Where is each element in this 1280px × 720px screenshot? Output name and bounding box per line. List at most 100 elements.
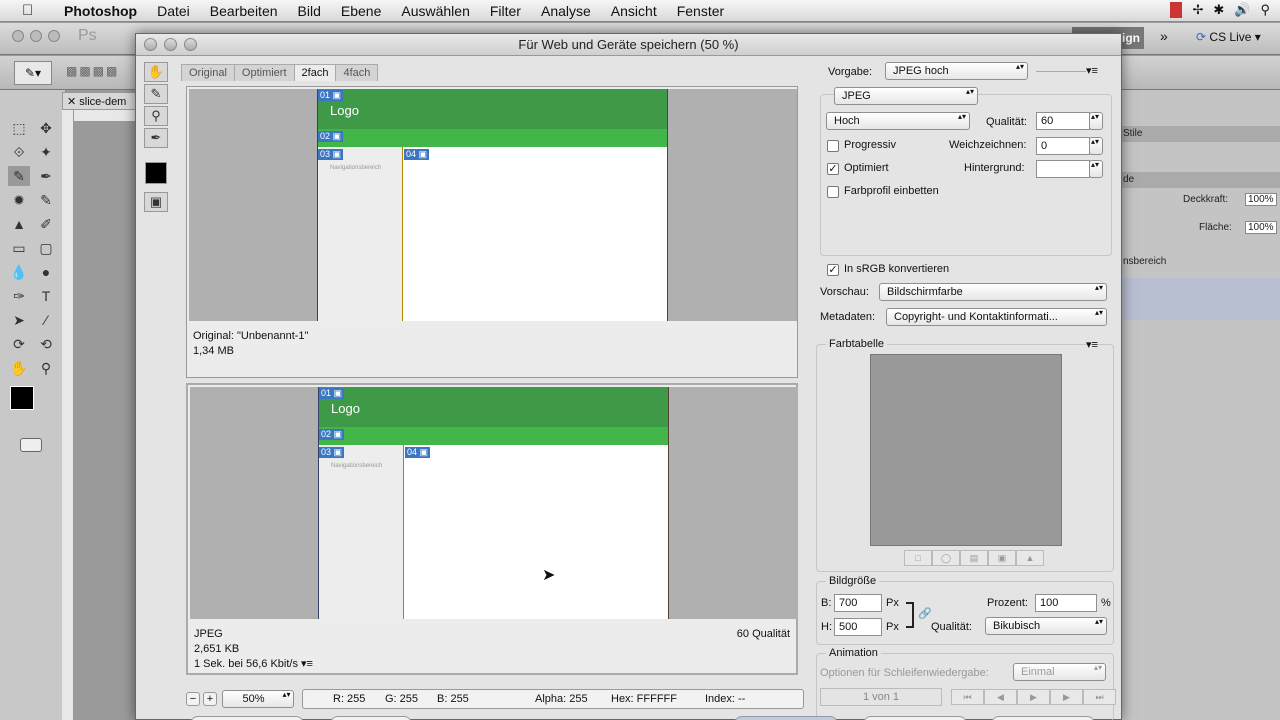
slice-label-01[interactable]: 01 ▣ xyxy=(319,388,345,399)
eyedropper-tool-icon[interactable]: ✒ xyxy=(144,128,168,148)
path-selection-icon[interactable]: ➤ xyxy=(8,310,30,330)
first-frame-icon[interactable]: ⏮ xyxy=(951,689,984,705)
qualitaet-stepper[interactable] xyxy=(1089,112,1103,130)
slice-label-03[interactable]: 03 ▣ xyxy=(318,149,344,160)
menu-ebene[interactable]: Ebene xyxy=(331,3,391,19)
minimize-window-icon[interactable] xyxy=(30,30,42,42)
color-table[interactable] xyxy=(870,354,1062,546)
control-icon[interactable]: ✢ xyxy=(1192,2,1203,18)
menu-fenster[interactable]: Fenster xyxy=(667,3,734,19)
blur-tool-icon[interactable]: 💧 xyxy=(8,262,30,282)
selected-layer-row[interactable] xyxy=(1121,278,1280,320)
farbprofil-checkbox[interactable] xyxy=(827,186,839,198)
slice-label-01[interactable]: 01 ▣ xyxy=(318,90,344,101)
hand-tool-icon[interactable]: ✋ xyxy=(8,358,30,378)
line-tool-icon[interactable]: ∕ xyxy=(35,310,57,330)
move-tool-icon[interactable]: ✥ xyxy=(35,118,57,138)
layer-name[interactable]: nsbereich xyxy=(1123,256,1223,267)
document-tab[interactable]: ✕ slice-dem xyxy=(62,92,142,110)
history-brush-icon[interactable]: ✐ xyxy=(35,214,57,234)
slice-tool-preset-icon[interactable]: ✎▾ xyxy=(14,61,52,85)
settings-menu-icon[interactable]: ▾≡ xyxy=(1086,64,1098,77)
volume-icon[interactable]: 🔊 xyxy=(1234,2,1250,18)
stile-tab[interactable]: Stile xyxy=(1121,126,1280,142)
healing-tool-icon[interactable]: ✹ xyxy=(8,190,30,210)
zoom-out-button[interactable]: − xyxy=(186,692,200,706)
brush-tool-icon[interactable]: ✎ xyxy=(35,190,57,210)
menu-auswaehlen[interactable]: Auswählen xyxy=(391,3,480,19)
slice-label-02[interactable]: 02 ▣ xyxy=(318,131,344,142)
qualitaet-input[interactable]: 60 xyxy=(1036,112,1090,130)
quick-mask-icon[interactable] xyxy=(20,438,42,452)
gradient-tool-icon[interactable]: ▢ xyxy=(35,238,57,258)
slice-label-03[interactable]: 03 ▣ xyxy=(319,447,345,458)
foreground-color-swatch[interactable] xyxy=(10,386,34,410)
more-workspaces-icon[interactable]: » xyxy=(1160,28,1168,44)
weichzeichnen-stepper[interactable] xyxy=(1089,137,1103,155)
toggle-slices-visibility-icon[interactable]: ▣ xyxy=(144,192,168,212)
browser-select-button[interactable] xyxy=(330,716,412,720)
weichzeichnen-input[interactable]: 0 xyxy=(1036,137,1090,155)
metadaten-select[interactable]: Copyright- und Kontaktinformati... xyxy=(886,308,1107,326)
zoom-window-icon[interactable] xyxy=(48,30,60,42)
apple-icon[interactable]:  xyxy=(22,2,42,19)
progressiv-checkbox[interactable] xyxy=(827,140,839,152)
menu-ansicht[interactable]: Ansicht xyxy=(601,3,667,19)
magic-wand-tool-icon[interactable]: ✦ xyxy=(35,142,57,162)
pen-tool-icon[interactable]: ✑ xyxy=(8,286,30,306)
hintergrund-input[interactable] xyxy=(1036,160,1090,178)
flash-status-icon[interactable] xyxy=(1170,2,1183,18)
cancel-button[interactable] xyxy=(863,716,967,720)
new-color-icon[interactable]: ▣ xyxy=(988,550,1016,566)
menu-filter[interactable]: Filter xyxy=(480,3,531,19)
slice-label-04[interactable]: 04 ▣ xyxy=(404,149,430,160)
menu-datei[interactable]: Datei xyxy=(147,3,200,19)
menu-analyse[interactable]: Analyse xyxy=(531,3,601,19)
tab-original[interactable]: Original xyxy=(181,64,235,81)
format-select[interactable]: JPEG xyxy=(834,87,978,105)
farbtabelle-menu-icon[interactable]: ▾≡ xyxy=(1086,338,1098,351)
srgb-checkbox[interactable]: ✓ xyxy=(827,264,839,276)
cs-live-button[interactable]: ⟳ CS Live ▾ xyxy=(1196,30,1261,44)
vorschau-select[interactable]: Bildschirmfarbe xyxy=(879,283,1107,301)
eyedropper-tool-icon[interactable]: ✒ xyxy=(35,166,57,186)
menu-bild[interactable]: Bild xyxy=(288,3,331,19)
dialog-zoom-icon[interactable] xyxy=(184,38,197,51)
download-speed-menu-icon[interactable]: ▾≡ xyxy=(301,658,313,670)
web-shift-icon[interactable]: ◯ xyxy=(932,550,960,566)
optimiert-checkbox[interactable]: ✓ xyxy=(827,163,839,175)
chain-link-icon[interactable]: 🔗 xyxy=(918,607,932,620)
slice-label-02[interactable]: 02 ▣ xyxy=(319,429,345,440)
menu-app[interactable]: Photoshop xyxy=(54,3,147,19)
hand-tool-icon[interactable]: ✋ xyxy=(144,62,168,82)
lasso-tool-icon[interactable]: ⟐ xyxy=(8,142,30,162)
previous-frame-icon[interactable]: ◀ xyxy=(984,689,1017,705)
vorgabe-select[interactable]: JPEG hoch xyxy=(885,62,1028,80)
tab-2fach[interactable]: 2fach xyxy=(293,64,337,81)
marquee-tool-icon[interactable]: ⬚ xyxy=(8,118,30,138)
zoom-in-button[interactable]: + xyxy=(203,692,217,706)
panel-tab[interactable]: de xyxy=(1121,172,1280,188)
hintergrund-stepper[interactable] xyxy=(1089,160,1103,178)
close-window-icon[interactable] xyxy=(12,30,24,42)
type-tool-icon[interactable]: T xyxy=(35,286,57,306)
zoom-level-select[interactable]: 50% xyxy=(222,690,294,708)
prozent-input[interactable]: 100 xyxy=(1035,594,1097,612)
save-button[interactable] xyxy=(734,716,838,720)
bluetooth-icon[interactable]: ✱ xyxy=(1213,2,1224,18)
done-button[interactable] xyxy=(991,716,1095,720)
zoom-tool-icon[interactable]: ⚲ xyxy=(144,106,168,126)
dialog-minimize-icon[interactable] xyxy=(164,38,177,51)
stamp-tool-icon[interactable]: ▲ xyxy=(8,214,30,234)
spotlight-icon[interactable]: ⚲ xyxy=(1260,2,1270,18)
dialog-close-icon[interactable] xyxy=(144,38,157,51)
delete-color-icon[interactable]: ▲ xyxy=(1016,550,1044,566)
deckkraft-input[interactable]: 100% xyxy=(1245,193,1277,206)
eraser-tool-icon[interactable]: ▭ xyxy=(8,238,30,258)
preview-button[interactable] xyxy=(190,716,304,720)
tab-optimiert[interactable]: Optimiert xyxy=(233,64,295,81)
3d-rotate-icon[interactable]: ⟳ xyxy=(8,334,30,354)
compression-select[interactable]: Hoch xyxy=(826,112,970,130)
slice-label-04[interactable]: 04 ▣ xyxy=(405,447,431,458)
original-preview-pane[interactable]: Logo Navigationsbereich 01 ▣ 02 ▣ 03 ▣ 0… xyxy=(186,86,798,378)
